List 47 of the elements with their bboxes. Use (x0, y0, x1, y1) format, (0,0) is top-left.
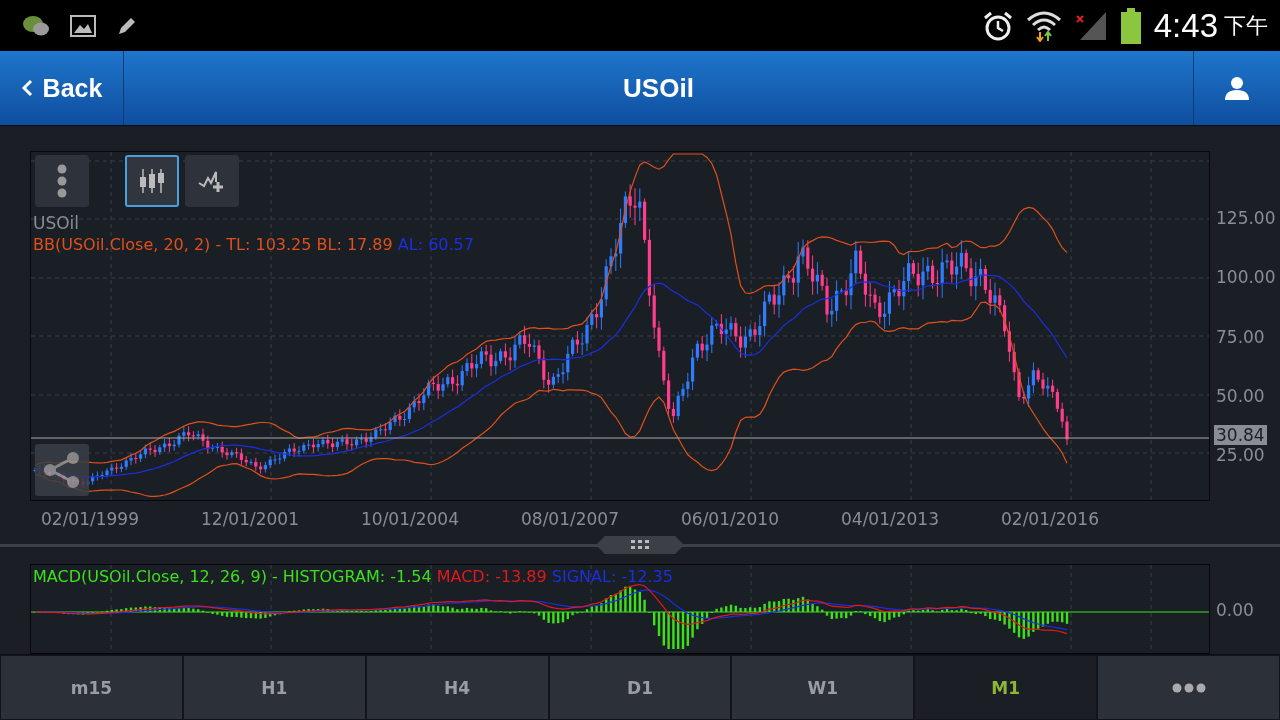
average-legend: AL: 60.57 (397, 235, 474, 254)
back-button[interactable]: Back (0, 51, 124, 125)
y-axis-label: 50.00 (1216, 385, 1266, 406)
wifi-icon (1025, 9, 1062, 42)
timeframe-tab[interactable]: m15 (0, 655, 183, 720)
y-axis-label: 0.00 (1216, 600, 1254, 620)
grip-icon (631, 540, 649, 550)
candlestick-icon (139, 168, 165, 194)
battery-icon (1119, 7, 1142, 44)
y-axis-label: 75.00 (1216, 326, 1266, 347)
share-icon (42, 450, 82, 490)
x-axis-label: 06/01/2010 (680, 509, 780, 529)
alarm-clock-icon (981, 9, 1014, 42)
y-axis-label: 100.00 (1216, 267, 1277, 288)
x-axis-label: 02/01/1999 (40, 509, 140, 529)
add-indicator-icon (198, 169, 226, 193)
candlestick-button[interactable] (125, 155, 179, 207)
clock-period: 下午 (1224, 11, 1268, 40)
chat-bubbles-icon (22, 13, 50, 38)
timeframe-tab[interactable]: H4 (365, 655, 549, 720)
symbol-label: USOil (33, 213, 81, 234)
timeframe-tab[interactable]: D1 (548, 655, 732, 720)
timeframe-tab[interactable]: W1 (731, 655, 915, 720)
x-axis-label: 02/01/2016 (1000, 509, 1100, 529)
y-axis-label: 125.00 (1216, 208, 1277, 228)
x-axis-label: 08/01/2007 (520, 509, 620, 529)
menu-button[interactable] (35, 155, 89, 207)
page-title: USOil (622, 71, 695, 105)
user-icon (1224, 75, 1250, 101)
histogram-legend: MACD(USOil.Close, 12, 26, 9) - HISTOGRAM: -1.54 (33, 567, 432, 586)
add-indicator-button[interactable] (185, 155, 239, 207)
x-axis-label: 10/01/2004 (360, 509, 460, 529)
chevron-left-icon (20, 79, 33, 97)
timeframe-tab[interactable]: H1 (182, 655, 366, 720)
x-axis-label: 12/01/2001 (200, 509, 300, 529)
bands-legend: BB(USOil.Close, 20, 2) - TL: 103.25 BL: 17.89 (33, 235, 393, 254)
menu-icon (57, 164, 67, 198)
image-icon (70, 13, 96, 38)
clock-time: 4:43 (1153, 6, 1218, 45)
x-axis-label: 04/01/2013 (840, 509, 940, 529)
signal-legend: SIGNAL: -12.35 (551, 567, 673, 586)
more-icon (1171, 682, 1206, 693)
y-axis-label: 25.00 (1216, 445, 1266, 465)
share-button[interactable] (35, 444, 89, 496)
timeframe-tab[interactable]: M1 (914, 655, 1098, 720)
price-tag: 30.84 (1214, 425, 1267, 445)
macd-legend: MACD: -13.89 (436, 567, 547, 586)
